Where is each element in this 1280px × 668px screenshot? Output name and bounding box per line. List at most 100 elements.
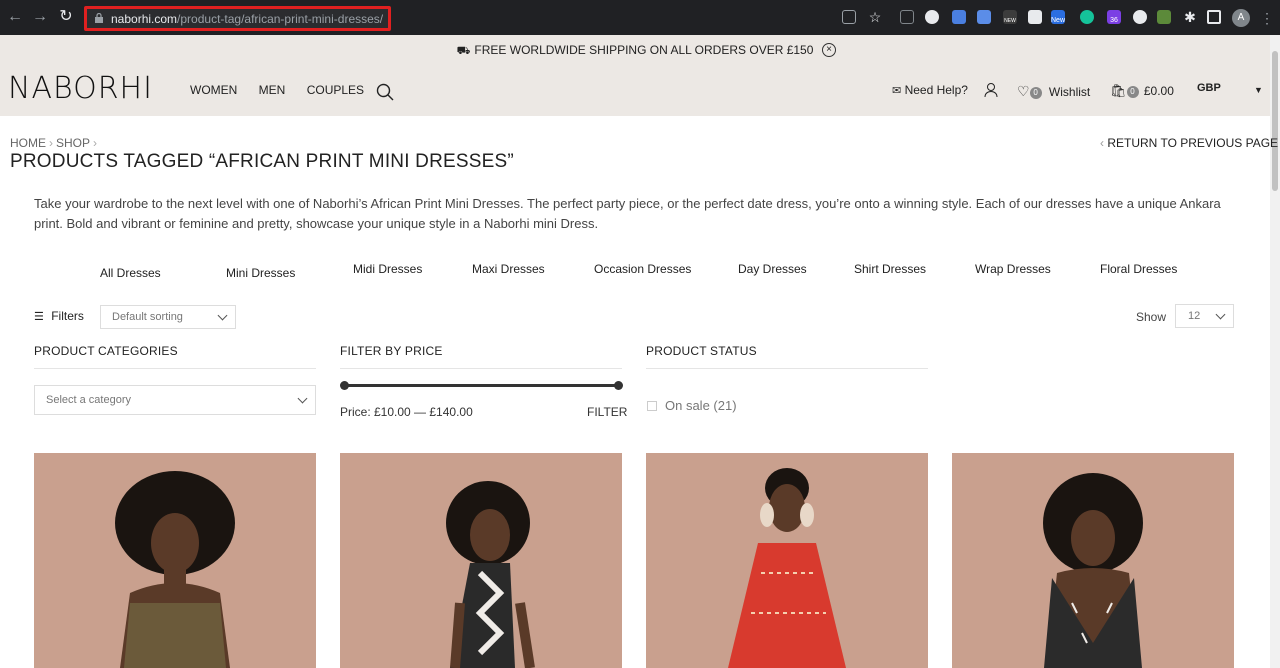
- reload-icon[interactable]: ↻: [57, 8, 75, 26]
- filters-button[interactable]: ☰ Filters: [34, 309, 84, 323]
- return-link[interactable]: ‹ RETURN TO PREVIOUS PAGE: [1100, 136, 1278, 150]
- cart-total: £0.00: [1143, 84, 1174, 98]
- product-card[interactable]: [34, 453, 316, 668]
- wishlist-link[interactable]: ♡ 0 Wishlist: [1017, 83, 1090, 100]
- main-nav: WOMEN MEN COUPLES: [190, 83, 382, 97]
- per-page-select[interactable]: 12: [1175, 304, 1234, 328]
- extension-new-icon[interactable]: NEW: [1003, 10, 1017, 24]
- star-icon[interactable]: ☆: [866, 8, 884, 26]
- cart-count: 0: [1126, 85, 1139, 98]
- lock-icon: [95, 13, 103, 23]
- nav-men[interactable]: MEN: [259, 83, 286, 97]
- return-label: RETURN TO PREVIOUS PAGE: [1107, 136, 1279, 150]
- profile-avatar[interactable]: A: [1232, 9, 1250, 27]
- heart-icon: ♡: [1017, 83, 1030, 99]
- category-maxi-dresses[interactable]: Maxi Dresses: [472, 262, 545, 276]
- filter-by-price-title: FILTER BY PRICE: [340, 344, 443, 358]
- category-midi-dresses[interactable]: Midi Dresses: [353, 262, 422, 276]
- filters-label: Filters: [51, 309, 84, 323]
- page-scrollbar[interactable]: [1270, 35, 1280, 668]
- sort-value: Default sorting: [112, 311, 183, 323]
- shipping-text: FREE WORLDWIDE SHIPPING ON ALL ORDERS OV…: [474, 43, 814, 57]
- sort-select[interactable]: Default sorting: [100, 305, 236, 329]
- search-icon[interactable]: [376, 83, 394, 101]
- on-sale-label[interactable]: On sale (21): [665, 398, 737, 413]
- widget-divider: [340, 368, 622, 369]
- extension-translate-icon[interactable]: [977, 10, 991, 24]
- nav-women[interactable]: WOMEN: [190, 83, 237, 97]
- breadcrumb-separator: ›: [49, 136, 53, 150]
- breadcrumb: HOME › SHOP ›: [10, 136, 100, 150]
- filter-button[interactable]: FILTER: [587, 405, 627, 419]
- chevron-down-icon: [217, 310, 228, 321]
- product-categories-title: PRODUCT CATEGORIES: [34, 344, 178, 358]
- per-page-value: 12: [1188, 310, 1201, 322]
- address-bar[interactable]: naborhi.com/product-tag/african-print-mi…: [84, 6, 391, 31]
- price-range-label: Price: £10.00 — £140.00: [340, 405, 473, 419]
- category-placeholder: Select a category: [46, 394, 131, 406]
- category-mini-dresses[interactable]: Mini Dresses: [226, 266, 295, 280]
- grammarly-icon[interactable]: [1080, 10, 1094, 24]
- category-floral-dresses[interactable]: Floral Dresses: [1100, 262, 1177, 276]
- dress: [124, 603, 226, 668]
- price-slider-track[interactable]: [344, 384, 619, 387]
- price-slider-min-handle[interactable]: [340, 381, 349, 390]
- product-card[interactable]: [340, 453, 622, 668]
- shipping-banner: ⛟ FREE WORLDWIDE SHIPPING ON ALL ORDERS O…: [0, 35, 1270, 65]
- truck-icon: ⛟: [456, 45, 471, 57]
- menu-kebab-icon[interactable]: ⋮: [1260, 10, 1274, 27]
- url-path: /product-tag/african-print-mini-dresses/: [177, 12, 384, 26]
- widget-divider: [34, 368, 316, 369]
- category-wrap-dresses[interactable]: Wrap Dresses: [975, 262, 1051, 276]
- show-label: Show: [1136, 310, 1167, 324]
- category-all-dresses[interactable]: All Dresses: [100, 266, 161, 280]
- extension-globe-icon[interactable]: [925, 10, 939, 24]
- product-image: [115, 471, 235, 668]
- puzzle-icon[interactable]: ✱: [1181, 8, 1199, 26]
- cart-link[interactable]: 🛍︎ 0 £0.00: [1110, 83, 1174, 99]
- account-icon[interactable]: [984, 82, 998, 98]
- page-title: PRODUCTS TAGGED “AFRICAN PRINT MINI DRES…: [10, 151, 514, 172]
- forward-icon[interactable]: →: [31, 8, 49, 26]
- sidepanel-icon[interactable]: [1207, 10, 1221, 24]
- price-slider-max-handle[interactable]: [614, 381, 623, 390]
- wishlist-count: 0: [1029, 86, 1042, 99]
- sliders-icon: ☰: [34, 311, 44, 323]
- widget-divider: [646, 368, 928, 369]
- extension-green-icon[interactable]: [1157, 10, 1171, 24]
- product-image: [728, 468, 846, 668]
- category-day-dresses[interactable]: Day Dresses: [738, 262, 807, 276]
- share-icon[interactable]: [842, 10, 856, 24]
- product-card[interactable]: [646, 453, 928, 668]
- currency-selector[interactable]: GBP: [1197, 82, 1221, 94]
- extension-swirl-icon[interactable]: [1133, 10, 1147, 24]
- site-logo[interactable]: NABORHI: [8, 71, 153, 106]
- on-sale-checkbox[interactable]: [647, 401, 657, 411]
- product-card[interactable]: [952, 453, 1234, 668]
- product-image: [446, 481, 535, 668]
- bag-icon: 🛍︎: [1110, 83, 1127, 98]
- need-help-link[interactable]: ✉ Need Help?: [892, 83, 968, 97]
- back-icon[interactable]: ←: [6, 8, 24, 26]
- chevron-down-icon: [1215, 309, 1226, 320]
- breadcrumb-shop[interactable]: SHOP: [56, 136, 90, 150]
- chevron-down-icon: [297, 393, 308, 404]
- scrollbar-thumb[interactable]: [1272, 51, 1278, 191]
- site-header: ⛟ FREE WORLDWIDE SHIPPING ON ALL ORDERS O…: [0, 35, 1270, 116]
- extension-camera-icon[interactable]: [1028, 10, 1042, 24]
- extension-counter-icon[interactable]: 36: [1107, 10, 1121, 24]
- intro-text: Take your wardrobe to the next level wit…: [34, 196, 1221, 231]
- category-select[interactable]: Select a category: [34, 385, 316, 415]
- currency-value: GBP: [1197, 82, 1221, 94]
- breadcrumb-home[interactable]: HOME: [10, 136, 46, 150]
- close-banner-icon[interactable]: ×: [822, 43, 836, 57]
- extension-new-badge-icon[interactable]: New: [1051, 10, 1065, 24]
- url-domain: naborhi.com: [111, 12, 178, 26]
- category-occasion-dresses[interactable]: Occasion Dresses: [594, 262, 691, 276]
- extension-docs-icon[interactable]: [952, 10, 966, 24]
- currency-caret-icon[interactable]: ▼: [1254, 85, 1263, 95]
- nav-couples[interactable]: COUPLES: [307, 83, 364, 97]
- extension-recycle-icon[interactable]: [900, 10, 914, 24]
- breadcrumb-separator: ›: [93, 136, 98, 150]
- category-shirt-dresses[interactable]: Shirt Dresses: [854, 262, 926, 276]
